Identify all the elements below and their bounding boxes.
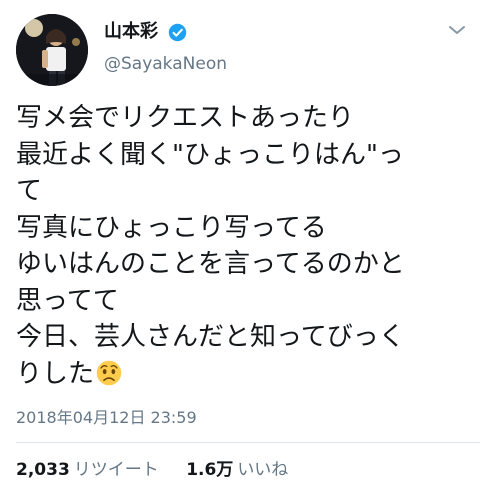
retweets-stat[interactable]: 2,033 リツイート [16, 458, 159, 482]
divider [16, 442, 480, 443]
retweets-label: リツイート [73, 460, 159, 480]
likes-label: いいね [237, 460, 289, 480]
tweet-line: 写メ会でリクエストあったり [16, 103, 355, 133]
tweet-text: 写メ会でリクエストあったり 最近よく聞く"ひょっこりはん"っ て 写真にひょっこ… [16, 100, 466, 392]
tweet-line: 思ってて [16, 285, 119, 316]
retweets-count: 2,033 [16, 460, 70, 480]
likes-stat[interactable]: 1.6万 いいね [186, 458, 288, 482]
verified-badge-icon [168, 23, 187, 41]
display-name[interactable]: 山本彩 [104, 20, 158, 44]
chevron-down-icon[interactable] [448, 24, 466, 36]
user-names: 山本彩 @SayakaNeon [104, 20, 227, 76]
avatar[interactable] [16, 14, 88, 86]
tweet-line: 今日、芸人さんだと知ってびっく [16, 322, 405, 352]
tweet-header: 山本彩 @SayakaNeon [16, 14, 468, 86]
worried-face-icon [96, 360, 122, 385]
tweet-line: て [16, 176, 43, 206]
tweet-timestamp[interactable]: 2018年04月12日 23:59 [16, 404, 197, 428]
avatar-photo [16, 14, 88, 86]
tweet-line: 写真にひょっこり写ってる [16, 212, 327, 243]
tweet-stats: 2,033 リツイート 1.6万 いいね [16, 458, 310, 482]
user-handle[interactable]: @SayakaNeon [104, 52, 227, 76]
likes-count: 1.6万 [186, 460, 234, 480]
tweet-line: りした [16, 358, 95, 389]
tweet-line: 最近よく聞く"ひょっこりはん"っ [16, 139, 404, 170]
tweet-line: ゆいはんのことを言ってるのかと [16, 249, 405, 279]
